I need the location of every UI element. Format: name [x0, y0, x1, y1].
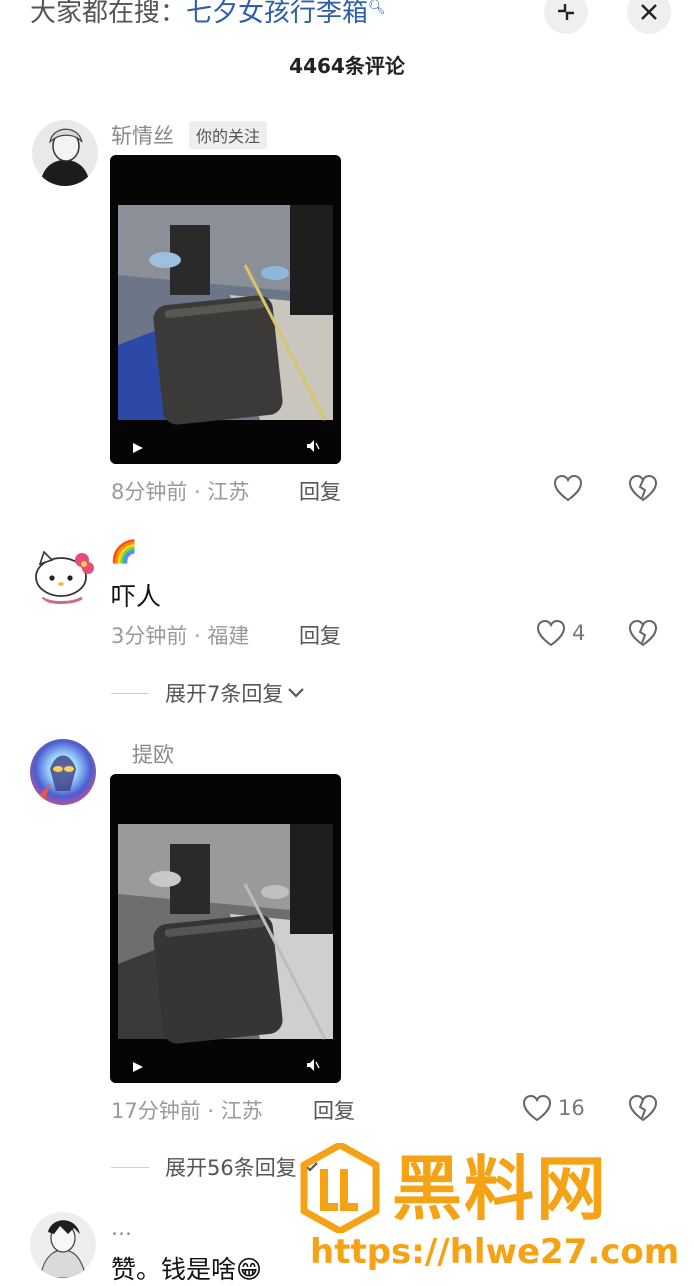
- comment-location: 江苏: [207, 480, 250, 504]
- search-suggestion-prefix: 大家都在搜：: [30, 0, 187, 28]
- divider: [111, 1166, 149, 1168]
- comment-time: 3分钟前: [111, 624, 188, 648]
- expand-replies-button[interactable]: 展开56条回复: [111, 1152, 319, 1182]
- expand-replies-label: 展开56条回复: [165, 1156, 297, 1180]
- comment-username[interactable]: …: [111, 1216, 132, 1240]
- dislike-button[interactable]: [628, 474, 658, 506]
- mute-icon[interactable]: [306, 1057, 320, 1076]
- reply-button[interactable]: 回复: [299, 476, 341, 506]
- like-button[interactable]: 16: [522, 1094, 585, 1122]
- comment-time: 17分钟前: [111, 1099, 201, 1123]
- avatar[interactable]: [30, 540, 96, 606]
- close-button[interactable]: [627, 0, 671, 34]
- watermark-title: 黑料网: [392, 1148, 608, 1230]
- play-icon[interactable]: [132, 439, 144, 458]
- heart-icon: [522, 1094, 552, 1122]
- following-badge: 你的关注: [189, 121, 268, 149]
- play-icon[interactable]: [132, 1058, 144, 1077]
- comment-username[interactable]: 🌈: [110, 540, 137, 565]
- reply-button[interactable]: 回复: [299, 620, 341, 650]
- search-suggestion[interactable]: 大家都在搜：七夕女孩行李箱🔍︎: [30, 0, 386, 29]
- avatar[interactable]: [32, 120, 98, 186]
- minimize-button[interactable]: [544, 0, 588, 34]
- search-suggestion-keyword[interactable]: 七夕女孩行李箱: [186, 0, 368, 28]
- comment-text: 赞。钱是啥😁: [111, 1255, 263, 1284]
- comment-meta: 8分钟前 · 江苏: [111, 480, 250, 504]
- divider: [111, 692, 149, 694]
- collapse-icon: [558, 4, 574, 20]
- expand-replies-button[interactable]: 展开7条回复: [111, 678, 305, 708]
- like-count: 16: [558, 1096, 585, 1120]
- expand-replies-label: 展开7条回复: [165, 682, 284, 706]
- like-count: 4: [572, 621, 586, 645]
- comment-time: 8分钟前: [111, 480, 188, 504]
- comment-username[interactable]: 斩情丝: [111, 120, 174, 150]
- comment-username[interactable]: 提欧: [132, 739, 174, 769]
- broken-heart-icon: [628, 1094, 658, 1122]
- search-icon: 🔍︎: [368, 0, 386, 16]
- video-thumbnail: [110, 774, 341, 1083]
- chevron-down-icon: [288, 688, 305, 698]
- reply-button[interactable]: 回复: [313, 1095, 355, 1125]
- dislike-button[interactable]: [628, 1094, 658, 1126]
- comment-meta: 17分钟前 · 江苏: [111, 1099, 263, 1123]
- watermark-logo: [300, 1140, 380, 1237]
- comment-count-title: 4464条评论: [289, 54, 405, 78]
- video-thumbnail: [110, 155, 341, 464]
- like-button[interactable]: 4: [536, 619, 585, 647]
- comment-location: 福建: [207, 624, 250, 648]
- comment-location: 江苏: [220, 1099, 263, 1123]
- watermark-url: https://hlwe27.com: [310, 1232, 680, 1272]
- heart-icon: [553, 474, 583, 502]
- dislike-button[interactable]: [628, 619, 658, 651]
- mute-icon[interactable]: [306, 438, 320, 457]
- heart-icon: [536, 619, 566, 647]
- video-attachment[interactable]: [110, 155, 341, 464]
- avatar[interactable]: [30, 1212, 96, 1278]
- broken-heart-icon: [628, 474, 658, 502]
- broken-heart-icon: [628, 619, 658, 647]
- comment-meta: 3分钟前 · 福建: [111, 624, 250, 648]
- comment-text: 吓人: [111, 582, 162, 611]
- video-attachment[interactable]: [110, 774, 341, 1083]
- close-icon: [641, 4, 657, 20]
- like-button[interactable]: [553, 474, 583, 506]
- avatar[interactable]: [30, 739, 96, 805]
